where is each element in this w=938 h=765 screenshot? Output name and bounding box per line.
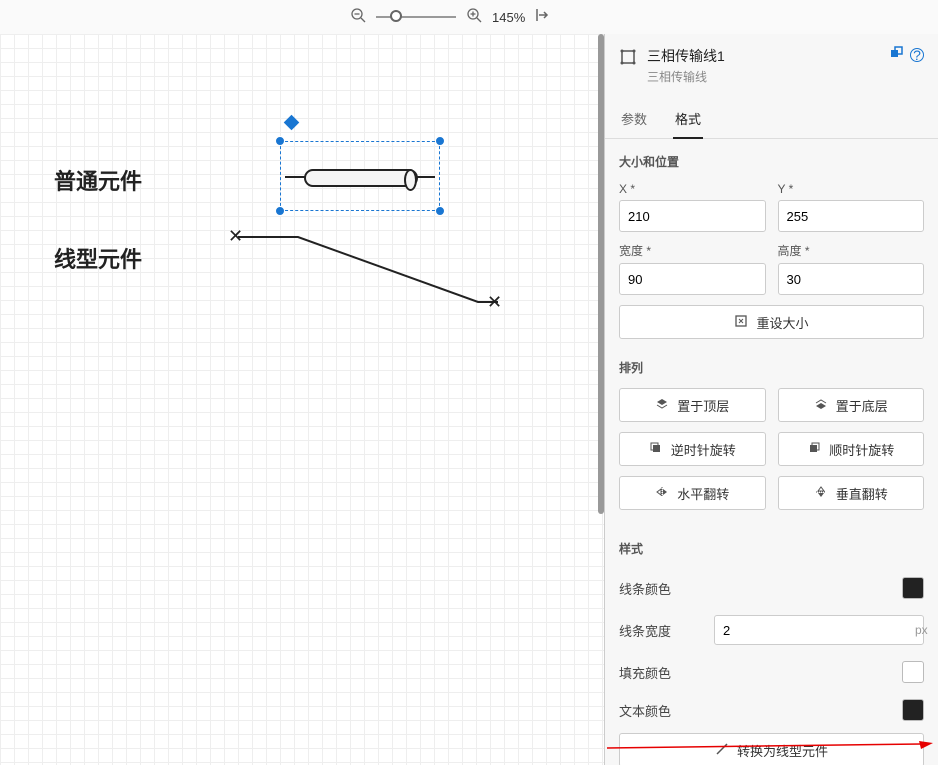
- x-label: X *: [619, 182, 766, 196]
- line-connector[interactable]: [228, 227, 508, 317]
- fit-width-icon[interactable]: [535, 7, 551, 28]
- scrollbar-icon[interactable]: [598, 34, 604, 514]
- bring-front-button[interactable]: 置于顶层: [619, 388, 766, 422]
- reset-size-button[interactable]: 重设大小: [619, 305, 924, 339]
- tab-params[interactable]: 参数: [619, 101, 649, 138]
- component-lead-left: [285, 176, 305, 178]
- expand-icon[interactable]: [890, 46, 904, 63]
- line-color-label: 线条颜色: [619, 579, 671, 598]
- transmission-line-component[interactable]: [304, 169, 418, 187]
- line-width-input-wrapper: px: [714, 615, 924, 645]
- tab-format[interactable]: 格式: [673, 101, 703, 138]
- section-size-position: 大小和位置 X * Y * 宽度 * 高度 *: [605, 139, 938, 345]
- height-label: 高度 *: [778, 242, 925, 259]
- section-title-size: 大小和位置: [619, 153, 924, 170]
- canvas[interactable]: 普通元件 线型元件 ✕ ✕: [0, 34, 605, 765]
- rotate-cw-icon: [807, 441, 821, 458]
- annotation-arrow-icon: [607, 741, 933, 751]
- component-lead-right: [415, 176, 435, 178]
- line-width-input[interactable]: [715, 623, 907, 638]
- send-back-label: 置于底层: [836, 396, 888, 415]
- y-label: Y *: [778, 182, 925, 196]
- rotate-ccw-icon: [649, 441, 663, 458]
- canvas-label-line: 线型元件: [54, 242, 142, 274]
- x-mark-start-icon[interactable]: ✕: [228, 226, 243, 247]
- flip-h-button[interactable]: 水平翻转: [619, 476, 766, 510]
- send-back-icon: [814, 397, 828, 414]
- section-arrange: 排列 置于顶层 置于底层: [605, 345, 938, 526]
- rotate-ccw-label: 逆时针旋转: [671, 440, 736, 459]
- zoom-slider[interactable]: [376, 16, 456, 18]
- fill-color-label: 填充颜色: [619, 663, 671, 682]
- zoom-value: 145%: [492, 10, 525, 25]
- panel-header: 三相传输线1 三相传输线 ?: [605, 34, 938, 91]
- zoom-out-icon[interactable]: [350, 7, 366, 28]
- section-style: 样式 线条颜色 线条宽度 px 填充颜色 文本颜色: [605, 526, 938, 765]
- bring-front-icon: [655, 397, 669, 414]
- x-input[interactable]: [619, 200, 766, 232]
- width-input[interactable]: [619, 263, 766, 295]
- rotate-ccw-button[interactable]: 逆时针旋转: [619, 432, 766, 466]
- reset-size-label: 重设大小: [756, 313, 808, 332]
- flip-v-icon: [814, 485, 828, 502]
- section-title-arrange: 排列: [619, 359, 924, 376]
- resize-handle-tr-icon[interactable]: [435, 136, 445, 146]
- zoom-controls: 145%: [350, 7, 551, 28]
- component-type-icon: [619, 48, 637, 66]
- panel-title: 三相传输线1: [647, 46, 880, 66]
- zoom-slider-knob[interactable]: [390, 10, 402, 22]
- width-label: 宽度 *: [619, 242, 766, 259]
- flip-h-label: 水平翻转: [677, 484, 729, 503]
- line-width-label: 线条宽度: [619, 621, 671, 640]
- resize-handle-tl-icon[interactable]: [275, 136, 285, 146]
- height-input[interactable]: [778, 263, 925, 295]
- properties-panel: 三相传输线1 三相传输线 ? 参数 格式 大小和位置 X *: [605, 34, 938, 765]
- text-color-swatch[interactable]: [902, 699, 924, 721]
- flip-v-button[interactable]: 垂直翻转: [778, 476, 925, 510]
- top-toolbar: 145%: [0, 0, 938, 34]
- flip-v-label: 垂直翻转: [836, 484, 888, 503]
- line-color-swatch[interactable]: [902, 577, 924, 599]
- fill-color-swatch[interactable]: [902, 661, 924, 683]
- reset-size-icon: [734, 314, 748, 331]
- rotate-cw-button[interactable]: 顺时针旋转: [778, 432, 925, 466]
- panel-subtitle: 三相传输线: [647, 68, 880, 85]
- send-back-button[interactable]: 置于底层: [778, 388, 925, 422]
- bring-front-label: 置于顶层: [677, 396, 729, 415]
- line-width-unit: px: [907, 623, 936, 637]
- help-icon[interactable]: ?: [910, 48, 924, 62]
- resize-handle-bl-icon[interactable]: [275, 206, 285, 216]
- text-color-label: 文本颜色: [619, 701, 671, 720]
- rotate-cw-label: 顺时针旋转: [829, 440, 894, 459]
- section-title-style: 样式: [619, 540, 924, 557]
- y-input[interactable]: [778, 200, 925, 232]
- resize-handle-br-icon[interactable]: [435, 206, 445, 216]
- zoom-in-icon[interactable]: [466, 7, 482, 28]
- canvas-label-normal: 普通元件: [54, 164, 142, 196]
- panel-tabs: 参数 格式: [605, 101, 938, 139]
- selection-box[interactable]: [280, 141, 440, 211]
- flip-h-icon: [655, 485, 669, 502]
- rotate-handle-icon[interactable]: [284, 115, 300, 131]
- x-mark-end-icon[interactable]: ✕: [487, 292, 502, 313]
